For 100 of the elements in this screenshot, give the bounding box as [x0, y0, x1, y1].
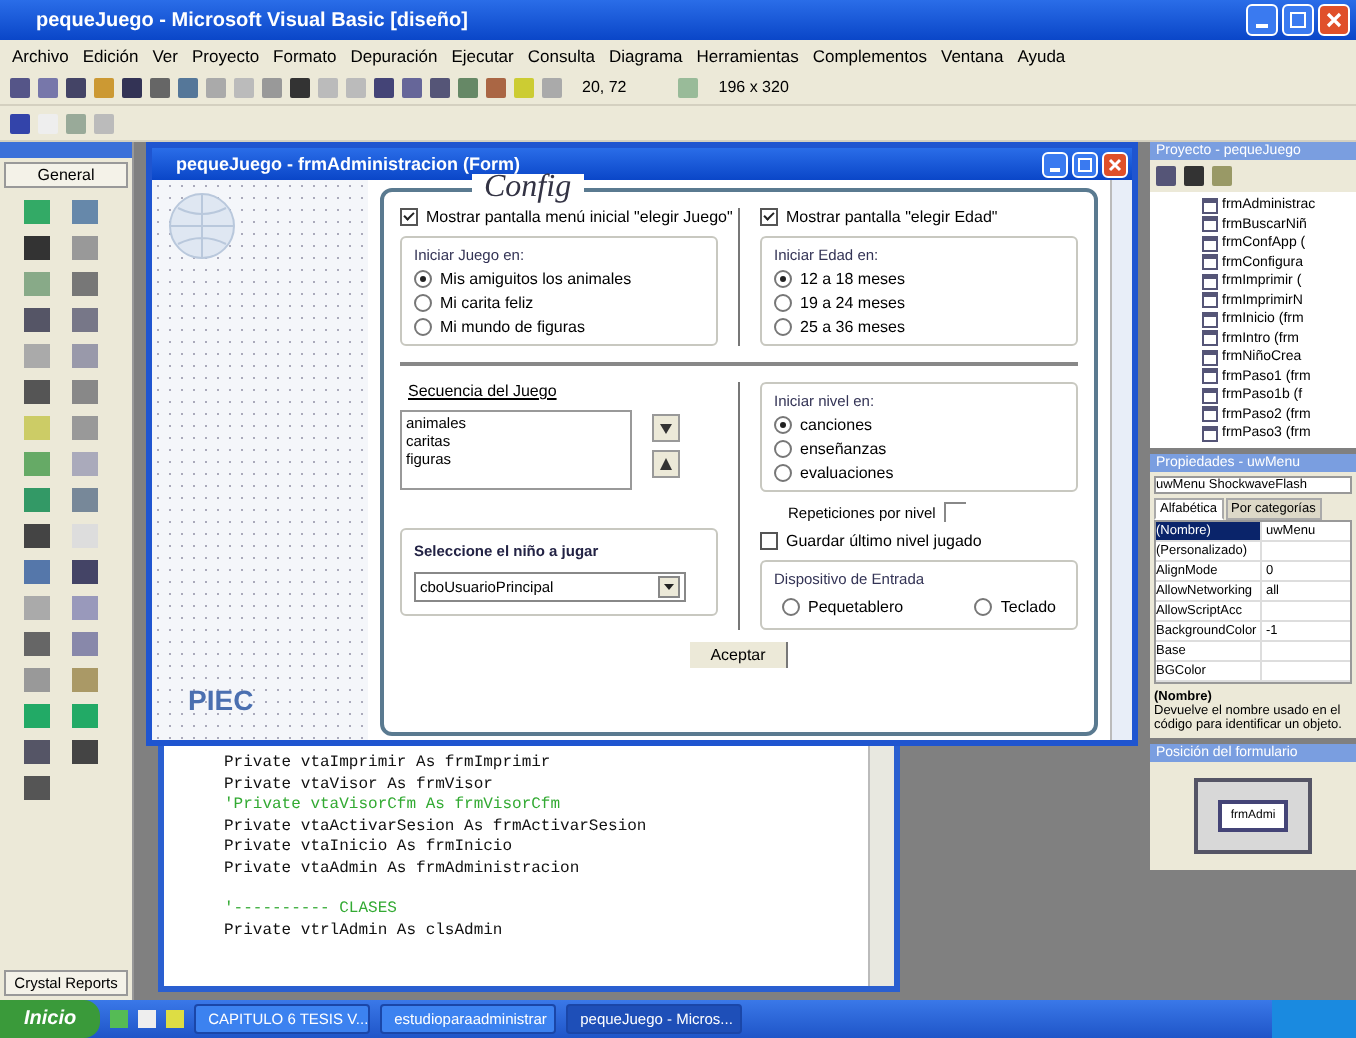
radio-label: evaluaciones: [800, 464, 894, 482]
menu-item[interactable]: Ayuda: [1017, 45, 1066, 65]
tool-icon[interactable]: [72, 740, 98, 764]
menu-item[interactable]: Ventana: [941, 45, 1004, 65]
code-line: '---------- CLASES: [224, 900, 399, 921]
tool-icon[interactable]: [24, 344, 50, 368]
checkbox-box[interactable]: [760, 208, 778, 226]
tool-icon[interactable]: [72, 380, 98, 404]
radio-option[interactable]: Mi mundo de figuras: [414, 318, 704, 336]
minimize-button[interactable]: [1246, 4, 1278, 36]
code-line: Private vtaActivarSesion As frmActivarSesion: [224, 817, 649, 838]
maximize-button[interactable]: [1072, 151, 1098, 177]
tool-icon[interactable]: [24, 416, 50, 440]
move-down-button[interactable]: [652, 414, 680, 442]
radio-option[interactable]: Mi carita feliz: [414, 294, 704, 312]
radio-button[interactable]: [414, 318, 432, 336]
code-line: Private vtaInicio As frmInicio: [224, 838, 515, 859]
radio-button[interactable]: [774, 318, 792, 336]
menu-item[interactable]: Edición: [82, 45, 139, 65]
radio-label: canciones: [800, 416, 873, 434]
window-title: pequeJuego - Microsoft Visual Basic [diseño]: [36, 9, 470, 31]
tool-icon[interactable]: [24, 308, 50, 332]
tool-icon[interactable]: [24, 488, 50, 512]
tool-icon[interactable]: [72, 668, 98, 692]
tool-icon[interactable]: [72, 308, 98, 332]
maximize-button[interactable]: [1282, 4, 1314, 36]
menu-item[interactable]: Depuración: [350, 45, 438, 65]
radio-button[interactable]: [774, 440, 792, 458]
menu-item[interactable]: Diagrama: [608, 45, 683, 65]
menu-item[interactable]: Ver: [152, 45, 178, 65]
tool-icon[interactable]: [24, 380, 50, 404]
tool-icon[interactable]: [24, 596, 50, 620]
code-line: 'Private vtaVisorCfm As frmVisorCfm: [224, 796, 563, 817]
tool-icon[interactable]: [24, 236, 50, 260]
start-button[interactable]: Inicio: [0, 1000, 101, 1038]
radio-button[interactable]: [774, 270, 792, 288]
tool-icon[interactable]: [24, 200, 50, 224]
radio-option[interactable]: Pequetablero: [782, 598, 904, 616]
tool-icon[interactable]: [24, 704, 50, 728]
radio-button[interactable]: [414, 270, 432, 288]
radio-option[interactable]: canciones: [774, 416, 1064, 434]
scrollbar[interactable]: [1110, 180, 1132, 740]
radio-option[interactable]: 19 a 24 meses: [774, 294, 1064, 312]
tool-icon[interactable]: [24, 272, 50, 296]
menu-item[interactable]: Herramientas: [696, 45, 799, 65]
radio-label: Teclado: [1000, 598, 1056, 616]
checkbox[interactable]: Mostrar pantalla "elegir Edad": [760, 208, 1078, 226]
checkbox-box[interactable]: [400, 208, 418, 226]
menu-item[interactable]: Archivo: [12, 45, 69, 65]
radio-label: 12 a 18 meses: [800, 270, 905, 288]
tool-icon[interactable]: [24, 776, 50, 800]
scrollbar[interactable]: [868, 746, 894, 986]
radio-option[interactable]: enseñanzas: [774, 440, 1064, 458]
tool-icon[interactable]: [72, 236, 98, 260]
radio-button[interactable]: [774, 294, 792, 312]
tool-icon[interactable]: [72, 272, 98, 296]
tool-icon[interactable]: [72, 200, 98, 224]
radio-button[interactable]: [774, 464, 792, 482]
close-icon: [1108, 157, 1122, 171]
radio-option[interactable]: Teclado: [974, 598, 1056, 616]
close-button[interactable]: [1318, 4, 1350, 36]
menu-item[interactable]: Proyecto: [192, 45, 260, 65]
tool-icon[interactable]: [72, 416, 98, 440]
tool-icon[interactable]: [24, 560, 50, 584]
tool-icon[interactable]: [24, 668, 50, 692]
radio-button[interactable]: [974, 598, 993, 616]
accept-button[interactable]: Aceptar: [690, 642, 788, 668]
radio-option[interactable]: 12 a 18 meses: [774, 270, 1064, 288]
move-up-button[interactable]: [652, 450, 680, 478]
radio-button[interactable]: [774, 416, 792, 434]
radio-label: Mi carita feliz: [440, 294, 534, 312]
down-arrow-icon: [658, 420, 674, 436]
radio-button[interactable]: [782, 598, 800, 616]
checkbox-box[interactable]: [760, 532, 778, 550]
menu-item[interactable]: Formato: [273, 45, 337, 65]
radio-option[interactable]: 25 a 36 meses: [774, 318, 1064, 336]
tool-icon[interactable]: [72, 560, 98, 584]
tool-icon[interactable]: [72, 596, 98, 620]
size-icon: [678, 77, 699, 97]
checkbox[interactable]: Guardar último nivel jugado: [760, 532, 1078, 550]
tool-icon[interactable]: [24, 632, 50, 656]
menu-item[interactable]: Complementos: [812, 45, 927, 65]
menu-item[interactable]: Ejecutar: [451, 45, 514, 65]
tool-icon[interactable]: [72, 704, 98, 728]
radio-label: Pequetablero: [808, 598, 904, 616]
close-button[interactable]: [1102, 151, 1128, 177]
menu-item[interactable]: Consulta: [527, 45, 595, 65]
radio-option[interactable]: evaluaciones: [774, 464, 1064, 482]
tool-icon[interactable]: [24, 524, 50, 548]
tool-icon[interactable]: [24, 452, 50, 476]
tool-icon[interactable]: [72, 344, 98, 368]
tool-icon[interactable]: [72, 488, 98, 512]
close-icon: [1326, 12, 1342, 28]
radio-button[interactable]: [414, 294, 432, 312]
minimize-button[interactable]: [1042, 151, 1068, 177]
tool-icon[interactable]: [24, 740, 50, 764]
tool-icon[interactable]: [72, 452, 98, 476]
radio-option[interactable]: Mis amiguitos los animales: [414, 270, 704, 288]
tool-icon[interactable]: [72, 632, 98, 656]
toolbox-tab[interactable]: General: [4, 162, 128, 188]
